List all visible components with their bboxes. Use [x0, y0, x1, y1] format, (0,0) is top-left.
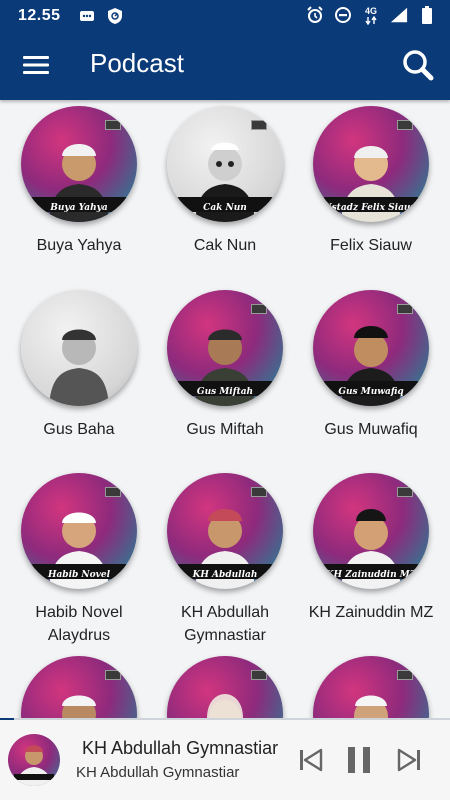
message-icon [78, 7, 96, 25]
podcast-avatar: Ustadz Felix Siauw [313, 106, 429, 222]
podcast-card[interactable]: Gus Miftah Gus Miftah [152, 290, 298, 441]
podcast-avatar [313, 656, 429, 718]
podcast-avatar: Cak Nun [167, 106, 283, 222]
network-type: 4G [365, 6, 377, 16]
podcast-name: Gus Miftah [186, 421, 264, 438]
shield-icon [106, 7, 124, 25]
podcast-avatar: Gus Miftah [167, 290, 283, 406]
avatar-banner: Ustadz Felix Siauw [323, 203, 419, 213]
pause-icon [348, 747, 370, 773]
next-button[interactable] [394, 744, 424, 776]
dnd-icon [334, 6, 352, 24]
podcast-avatar: Buya Yahya [21, 106, 137, 222]
avatar-banner: Habib Novel Alaydrus [47, 570, 111, 580]
app-bar: Podcast [0, 30, 450, 100]
hamburger-icon [23, 56, 49, 74]
podcast-card[interactable]: Habib Novel Alaydrus Habib Novel Alaydru… [6, 473, 152, 647]
podcast-card[interactable]: KH Abdullah Gymnastiar KH Abdullah Gymna… [152, 473, 298, 647]
person-illustration [62, 695, 96, 718]
cell-signal-icon [390, 6, 408, 24]
alarm-icon [306, 6, 324, 24]
podcast-avatar: KH Abdullah Gymnastiar [167, 473, 283, 589]
podcast-avatar [21, 656, 137, 718]
pause-button[interactable] [344, 744, 374, 776]
person-illustration [207, 694, 243, 718]
skip-next-icon [397, 748, 420, 772]
podcast-name: Gus Muwafiq [324, 421, 418, 438]
battery-icon [418, 6, 436, 24]
podcast-card[interactable] [6, 656, 152, 718]
search-icon [403, 50, 434, 81]
podcast-grid: Buya Yahya Buya Yahya Cak Nun Cak Nun Us… [0, 100, 450, 718]
podcast-card[interactable]: KH Zainuddin MZ KH Zainuddin MZ [298, 473, 444, 624]
podcast-avatar: Habib Novel Alaydrus [21, 473, 137, 589]
avatar-banner: Gus Miftah [196, 387, 254, 397]
player-title: KH Abdullah Gymnastiar [82, 738, 279, 758]
status-bar: 12.55 4G [0, 0, 450, 30]
podcast-name: KH Abdullah Gymnastiar [180, 604, 270, 644]
mini-player[interactable]: KH Abdullah Gymnastiar KH Abdullah Gymna… [0, 720, 450, 800]
page-title: Podcast [90, 48, 184, 78]
search-button[interactable] [400, 48, 436, 82]
podcast-name: Buya Yahya [36, 237, 122, 254]
avatar-banner: Cak Nun [203, 203, 247, 213]
player-thumbnail [8, 734, 60, 786]
person-illustration [49, 329, 109, 406]
podcast-name: Gus Baha [43, 421, 115, 438]
podcast-avatar [167, 656, 283, 718]
podcast-card[interactable] [152, 656, 298, 718]
podcast-name: KH Zainuddin MZ [308, 604, 434, 621]
podcast-name: Felix Siauw [330, 237, 412, 254]
podcast-card[interactable] [298, 656, 444, 718]
status-time: 12.55 [18, 7, 61, 24]
person-illustration [354, 695, 388, 718]
podcast-card[interactable]: Ustadz Felix Siauw Felix Siauw [298, 106, 444, 257]
avatar-banner: KH Zainuddin MZ [325, 570, 417, 580]
avatar-banner: Gus Muwafiq [338, 387, 404, 397]
podcast-card[interactable]: Cak Nun Cak Nun [152, 106, 298, 257]
person-illustration [14, 745, 54, 786]
podcast-avatar: KH Zainuddin MZ [313, 473, 429, 589]
podcast-name: Cak Nun [193, 237, 257, 254]
previous-button[interactable] [296, 744, 326, 776]
player-subtitle: KH Abdullah Gymnastiar [76, 764, 240, 781]
podcast-card[interactable]: Gus Muwafiq Gus Muwafiq [298, 290, 444, 441]
podcast-card[interactable]: Buya Yahya Buya Yahya [6, 106, 152, 257]
podcast-avatar [21, 290, 137, 406]
menu-button[interactable] [18, 50, 54, 80]
avatar-banner: KH Abdullah Gymnastiar [192, 570, 258, 580]
podcast-card[interactable]: Gus Baha [6, 290, 152, 441]
podcast-name: Habib Novel Alaydrus [35, 604, 123, 644]
podcast-avatar: Gus Muwafiq [313, 290, 429, 406]
skip-previous-icon [300, 748, 323, 772]
4g-signal-icon: 4G [362, 6, 380, 25]
avatar-banner: Buya Yahya [50, 203, 108, 213]
